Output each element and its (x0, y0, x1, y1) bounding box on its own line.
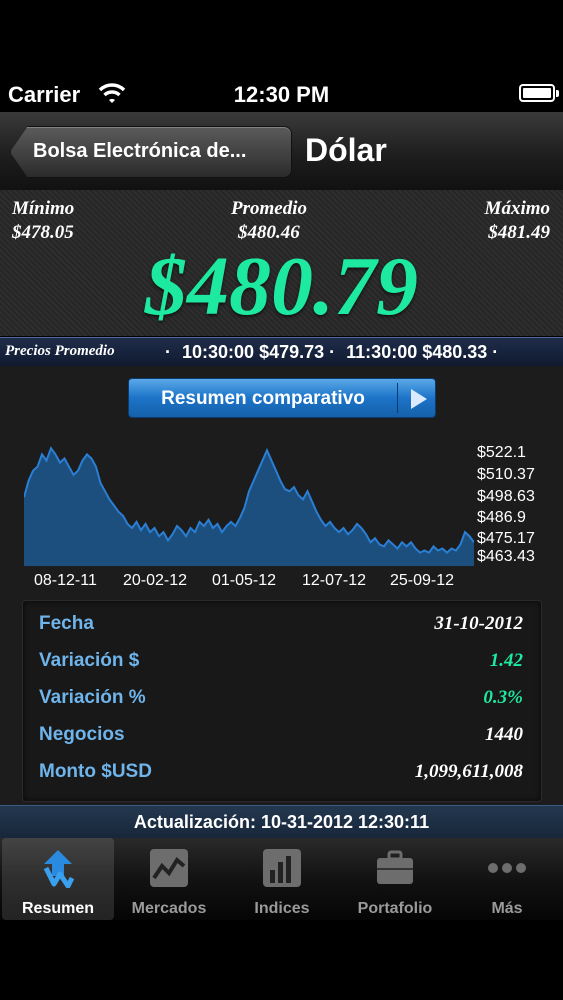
status-time: 12:30 PM (233, 82, 330, 107)
tab-mercados[interactable]: Mercados (113, 838, 225, 920)
ticker-item: 11:30:00 $480.33 · (346, 342, 499, 362)
detail-value: 31-10-2012 (434, 613, 523, 634)
page-title: Dólar (305, 132, 387, 168)
bar-chart-icon (263, 849, 301, 887)
y-tick-label: $475.17 (477, 530, 535, 547)
tab-portafolio[interactable]: Portafolio (339, 838, 451, 920)
back-button[interactable]: Bolsa Electrónica de... (10, 126, 292, 178)
resumen-comparativo-button[interactable]: Resumen comparativo (128, 378, 436, 418)
price-chart (24, 446, 474, 566)
detail-value: 0.3% (483, 687, 523, 708)
ticker-label: Precios Promedio (5, 343, 115, 359)
main-content: Resumen comparativo $522.1 $510.37 $498.… (0, 366, 563, 838)
tab-label: Portafolio (357, 900, 433, 917)
y-tick-label: $522.1 (477, 444, 526, 461)
resumen-button-label: Resumen comparativo (161, 388, 365, 409)
detail-key: Variación $ (39, 650, 140, 671)
ticker-item: · (165, 342, 171, 362)
more-dots-icon (488, 863, 526, 873)
price-ticker: Precios Promedio · 10:30:00 $479.73 · 11… (0, 337, 563, 367)
detail-key: Negocios (39, 724, 125, 745)
y-tick-label: $510.37 (477, 466, 535, 483)
detail-key: Fecha (39, 613, 94, 634)
y-tick-label: $486.9 (477, 509, 526, 526)
detail-value: 1,099,611,008 (414, 761, 523, 782)
max-label: Máximo (484, 198, 550, 219)
tab-label: Indices (254, 900, 310, 917)
min-label: Mínimo (12, 198, 75, 219)
detail-row-fecha: Fecha 31-10-2012 (39, 607, 523, 641)
detail-row-variacion-pct: Variación % 0.3% (39, 681, 523, 715)
chart-line-icon (150, 849, 188, 887)
battery-icon (519, 84, 559, 102)
tab-mas[interactable]: Más (451, 838, 563, 920)
detail-row-negocios: Negocios 1440 (39, 718, 523, 752)
detail-value: 1.42 (489, 650, 523, 671)
chart-area (24, 448, 474, 566)
status-bar: Carrier 12:30 PM (0, 0, 563, 112)
x-tick-label: 01-05-12 (212, 572, 277, 589)
x-tick-label: 12-07-12 (302, 572, 367, 589)
tab-indices[interactable]: Indices (226, 838, 338, 920)
play-arrow-icon (411, 389, 427, 409)
tab-resumen[interactable]: Resumen (2, 838, 114, 920)
x-tick-label: 20-02-12 (123, 572, 188, 589)
tab-label: Mercados (131, 900, 207, 917)
detail-key: Variación % (39, 687, 146, 708)
briefcase-icon (377, 850, 413, 884)
price-header: Mínimo $478.05 Promedio $480.46 Máximo $… (0, 190, 563, 336)
y-tick-label: $498.63 (477, 488, 535, 505)
ticker-item: 10:30:00 $479.73 · (182, 342, 336, 362)
x-tick-label: 25-09-12 (390, 572, 455, 589)
tab-label: Más (491, 900, 523, 917)
avg-label: Promedio (231, 198, 307, 219)
resumen-icon (43, 850, 75, 888)
back-button-label: Bolsa Electrónica de... (33, 140, 247, 162)
screen-bottom (0, 920, 563, 1000)
current-price: $480.79 (145, 240, 418, 333)
detail-key: Monto $USD (39, 761, 152, 782)
detail-value: 1440 (485, 724, 523, 745)
tab-label: Resumen (21, 900, 95, 917)
update-timestamp: Actualización: 10-31-2012 12:30:11 (0, 805, 563, 839)
y-tick-label: $463.43 (477, 548, 535, 565)
detail-row-monto: Monto $USD 1,099,611,008 (39, 755, 523, 789)
tab-bar: Resumen Mercados Indices Portafolio Más (0, 838, 563, 920)
nav-bar: Bolsa Electrónica de... Dólar (0, 112, 563, 191)
detail-row-variacion: Variación $ 1.42 (39, 644, 523, 678)
x-tick-label: 08-12-11 (34, 572, 97, 589)
details-card: Fecha 31-10-2012 Variación $ 1.42 Variac… (22, 600, 542, 802)
